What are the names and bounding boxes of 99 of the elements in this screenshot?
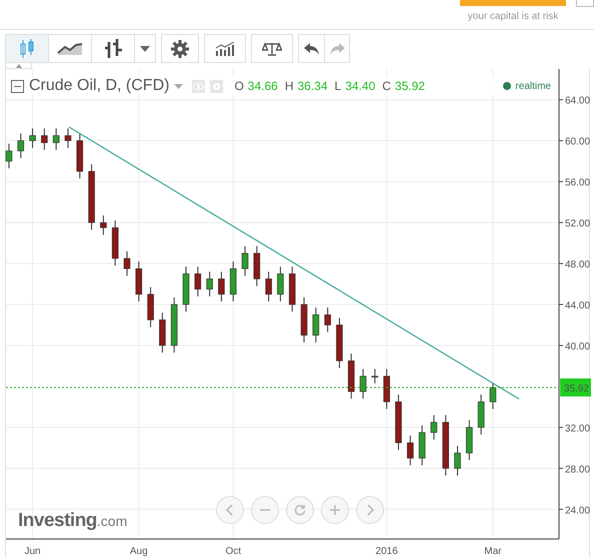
candle xyxy=(336,317,343,368)
y-axis-label: 40.00 xyxy=(565,341,590,352)
instrument-title: Crude Oil, D, (CFD) xyxy=(29,77,170,95)
y-axis-label: 60.00 xyxy=(565,136,590,148)
ohlc-value: 34.66 xyxy=(248,79,278,93)
candle xyxy=(124,250,130,276)
y-axis-label: 56.00 xyxy=(565,178,590,189)
status-dot-icon xyxy=(503,82,512,90)
candle xyxy=(490,382,496,410)
candle xyxy=(147,286,154,328)
x-axis-label: Jun xyxy=(24,546,41,557)
candle xyxy=(430,414,438,440)
indicators-button[interactable] xyxy=(204,34,246,63)
settings-button[interactable] xyxy=(161,34,199,63)
left-button[interactable] xyxy=(216,496,244,524)
collapse-tab[interactable] xyxy=(5,63,32,69)
candle xyxy=(288,266,296,312)
candle xyxy=(135,261,142,302)
trend-line[interactable] xyxy=(68,126,520,400)
candle xyxy=(88,164,95,230)
plus-icon xyxy=(329,504,341,516)
candle xyxy=(265,271,272,302)
y-axis-label: 44.00 xyxy=(565,300,590,312)
candlestick-icon xyxy=(19,38,35,58)
candle xyxy=(312,307,320,343)
candle xyxy=(454,445,461,476)
ohlc-label: H xyxy=(284,79,294,93)
candle xyxy=(194,266,202,297)
risk-note: your capital is at risk xyxy=(468,11,558,22)
candle xyxy=(182,266,190,312)
candle xyxy=(230,261,237,302)
ohlc-bars-icon xyxy=(103,38,123,60)
candle xyxy=(170,296,178,354)
scales-icon xyxy=(262,42,282,56)
investing-logo: Investing.com xyxy=(18,510,128,532)
candle xyxy=(76,133,84,180)
candle xyxy=(64,128,72,148)
candle xyxy=(372,368,378,384)
area-chart-icon xyxy=(57,42,83,56)
zoom-out-button[interactable] xyxy=(251,496,279,524)
candle xyxy=(206,271,213,297)
y-axis-label: 64.00 xyxy=(565,96,590,107)
ohlc-value: 36.34 xyxy=(298,79,328,93)
candle xyxy=(360,368,366,400)
candle xyxy=(6,143,12,169)
y-axis-label: 32.00 xyxy=(565,423,590,434)
y-axis-label: 28.00 xyxy=(565,464,590,476)
candle xyxy=(277,266,284,302)
candle xyxy=(242,246,248,276)
price-tag: 35.92 xyxy=(560,378,591,396)
candle xyxy=(383,368,390,410)
candle xyxy=(466,420,473,461)
ohlc-label: L xyxy=(334,79,342,93)
y-axis-label: 48.00 xyxy=(565,260,590,271)
candle xyxy=(17,133,24,159)
ohlc-label: C xyxy=(382,79,391,93)
candle xyxy=(442,414,449,476)
x-axis-label: Oct xyxy=(225,546,241,557)
candle xyxy=(406,435,414,466)
redo-icon xyxy=(329,42,345,54)
candle xyxy=(324,307,331,333)
right-button[interactable] xyxy=(356,496,384,524)
candle xyxy=(348,353,355,400)
undo-icon xyxy=(304,42,320,54)
bar-chart-button[interactable] xyxy=(91,34,134,63)
candle xyxy=(395,394,402,450)
candle xyxy=(418,424,426,466)
chart-type-dropdown[interactable] xyxy=(134,34,156,63)
x-axis-label: Mar xyxy=(484,546,502,557)
ohlc-value: 35.92 xyxy=(394,79,425,93)
compare-button[interactable] xyxy=(251,34,293,63)
reset-button[interactable] xyxy=(286,496,314,524)
ohlc-value: 34.40 xyxy=(345,79,376,93)
candle xyxy=(300,296,308,343)
candle xyxy=(41,128,48,150)
x-axis-label: Aug xyxy=(130,546,148,557)
candle xyxy=(218,271,225,302)
candle xyxy=(52,128,60,150)
candle xyxy=(100,214,107,236)
y-axis-label: 52.00 xyxy=(565,218,590,230)
realtime-status: realtime xyxy=(515,80,551,92)
candle xyxy=(478,394,484,436)
candle xyxy=(29,128,36,148)
y-axis-label: 24.00 xyxy=(565,505,590,516)
settings-icon xyxy=(171,40,189,58)
partial-box xyxy=(576,0,594,7)
candle xyxy=(254,246,260,287)
candle xyxy=(159,312,166,354)
refresh-icon xyxy=(294,504,306,516)
indicators-icon xyxy=(215,42,235,56)
undo-button[interactable] xyxy=(298,34,324,63)
caret-icon[interactable] xyxy=(174,84,184,88)
caret-icon xyxy=(140,46,150,52)
line-chart-button[interactable] xyxy=(48,34,91,63)
collapse-icon[interactable] xyxy=(11,80,24,92)
zoom-in-button[interactable] xyxy=(321,496,349,524)
ohlc-label: O xyxy=(234,79,244,93)
x-axis-label: 2016 xyxy=(376,546,398,557)
candle xyxy=(112,220,118,266)
